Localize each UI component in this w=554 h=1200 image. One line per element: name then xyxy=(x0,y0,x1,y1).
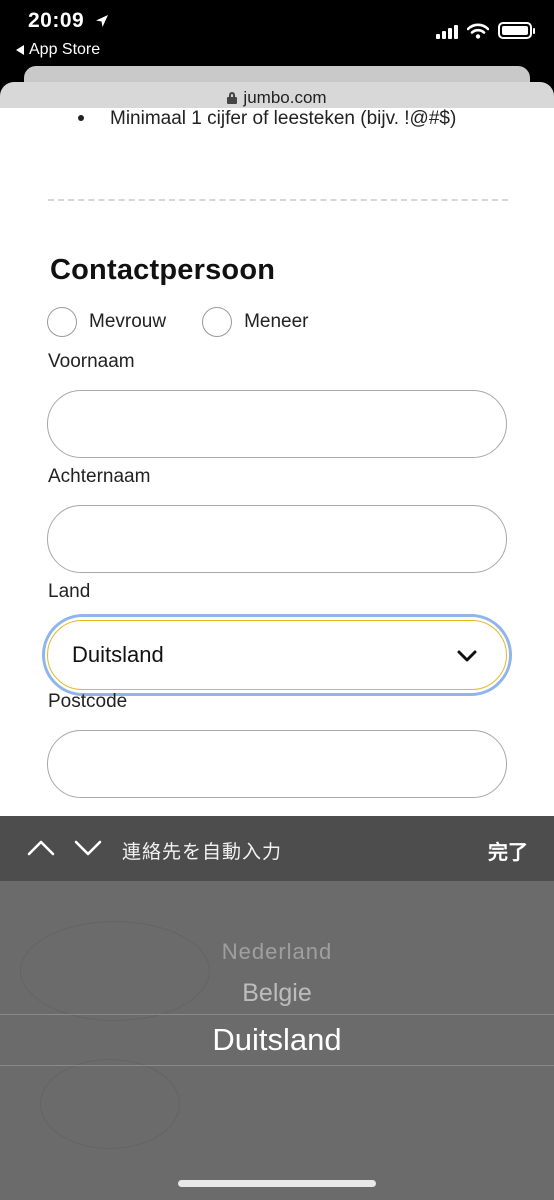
section-divider xyxy=(48,199,508,201)
first-name-field[interactable] xyxy=(47,390,507,458)
first-name-label: Voornaam xyxy=(48,351,135,372)
postcode-field[interactable] xyxy=(47,730,507,798)
radio-label: Mevrouw xyxy=(89,311,167,332)
radio-circle-icon[interactable] xyxy=(202,307,233,337)
back-app-label: App Store xyxy=(29,41,101,58)
country-picker-wheel[interactable]: Nederland Belgie Duitsland xyxy=(0,881,554,1200)
status-time: 20:09 xyxy=(28,9,85,32)
status-indicators xyxy=(436,22,535,39)
last-name-label: Achternaam xyxy=(48,466,151,487)
lock-icon xyxy=(227,92,238,104)
wifi-icon xyxy=(467,23,489,39)
password-rule-text: Minimaal 1 cijfer of leesteken (bijv. !@… xyxy=(110,108,457,129)
picker-selection-line xyxy=(0,1014,554,1015)
last-name-field[interactable] xyxy=(47,505,507,573)
country-select[interactable]: Duitsland xyxy=(47,620,507,690)
autofill-contact-button[interactable]: 連絡先を自動入力 xyxy=(122,837,282,864)
picker-option[interactable]: Belgie xyxy=(0,979,554,1008)
cellular-signal-icon xyxy=(436,23,458,39)
country-label: Land xyxy=(48,581,91,602)
picker-option-selected[interactable]: Duitsland xyxy=(0,1022,554,1058)
salutation-radio-group: Mevrouw Meneer xyxy=(47,307,309,337)
battery-icon xyxy=(498,22,535,39)
done-button[interactable]: 完了 xyxy=(488,836,528,865)
ghost-shape xyxy=(40,1059,180,1149)
radio-circle-icon[interactable] xyxy=(47,307,77,337)
bullet-icon xyxy=(78,115,84,121)
radio-meneer[interactable]: Meneer xyxy=(202,307,309,337)
radio-mevrouw[interactable]: Mevrouw xyxy=(47,307,166,337)
chevron-down-icon xyxy=(457,650,477,662)
url-text: jumbo.com xyxy=(243,88,327,107)
back-triangle-icon xyxy=(16,45,24,55)
picker-selection-line xyxy=(0,1065,554,1066)
country-select-value: Duitsland xyxy=(72,642,164,667)
chevron-down-icon[interactable] xyxy=(73,836,103,860)
keyboard-toolbar: 連絡先を自動入力 完了 xyxy=(0,816,554,881)
web-page: Minimaal 1 cijfer of leesteken (bijv. !@… xyxy=(0,108,554,816)
status-bar: 20:09 App Store xyxy=(0,0,554,66)
back-to-app-store[interactable]: App Store xyxy=(16,41,100,59)
radio-label: Meneer xyxy=(244,311,309,332)
picker-option[interactable]: Nederland xyxy=(0,939,554,965)
postcode-label: Postcode xyxy=(48,691,128,712)
home-indicator[interactable] xyxy=(178,1180,376,1187)
password-rule-item: Minimaal 1 cijfer of leesteken (bijv. !@… xyxy=(78,108,456,130)
chevron-up-icon[interactable] xyxy=(26,836,56,860)
location-arrow-icon xyxy=(96,15,108,27)
section-title: Contactpersoon xyxy=(50,254,276,286)
url-bar[interactable]: jumbo.com xyxy=(0,88,554,108)
